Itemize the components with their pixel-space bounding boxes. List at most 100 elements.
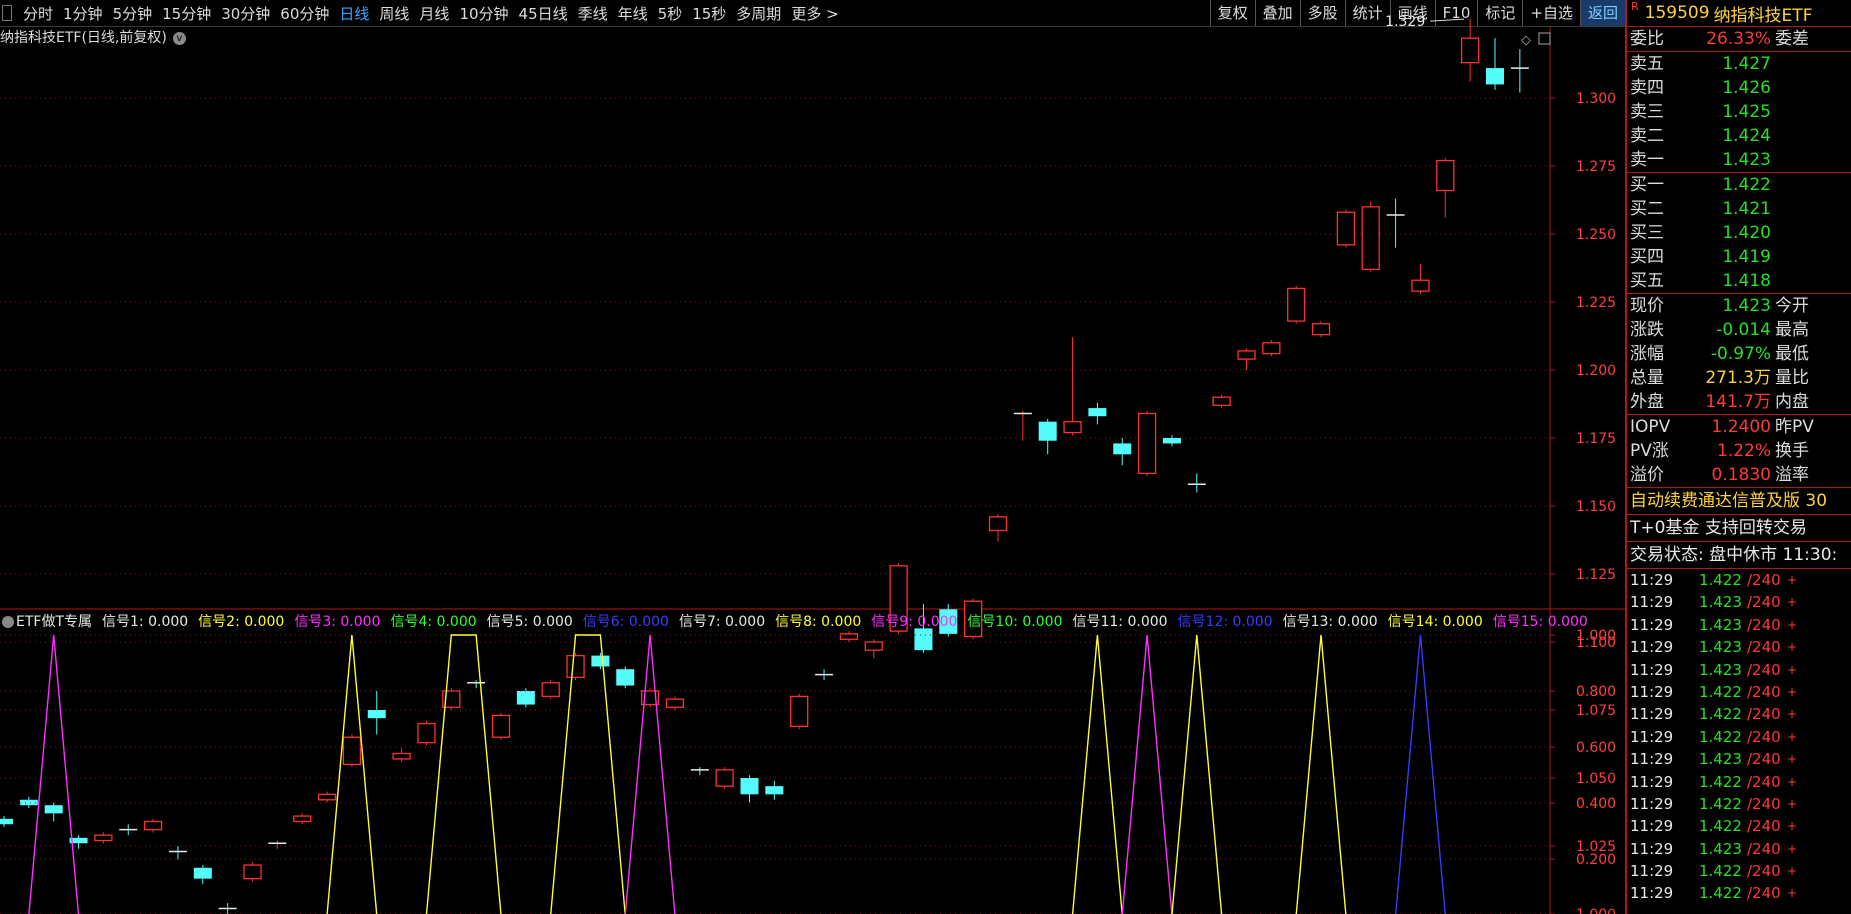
tick-row: 11:29 1.422/240 +	[1627, 860, 1851, 882]
bid-level-value: 1.418	[1722, 271, 1771, 291]
diamond-icon[interactable]: ◇	[1521, 33, 1531, 48]
candle	[119, 824, 138, 836]
high-annotation: 1.329	[1385, 14, 1425, 30]
candle-body	[790, 695, 809, 727]
ask-level-label: 卖二	[1630, 126, 1664, 146]
candle-body	[317, 793, 337, 801]
tick-price: 1.422	[1699, 884, 1742, 903]
etf-row-label2: 换手	[1775, 441, 1809, 461]
tick-time: 11:29	[1630, 794, 1674, 813]
candle-body	[740, 778, 759, 795]
tick-list[interactable]: 11:29 1.422/240 +11:29 1.423/240 +11:29 1.423…	[1627, 569, 1851, 905]
tick-row: 11:29 1.423/240 +	[1627, 614, 1851, 636]
signal-pulse	[1295, 634, 1347, 914]
signal-label: 信号11: 0.000	[1072, 614, 1168, 630]
signal-label: 信号6: 0.000	[582, 614, 669, 630]
window-icon[interactable]	[1538, 32, 1551, 45]
price-tick-label: 1.250	[1576, 227, 1616, 243]
signal-label: 信号15: 0.000	[1492, 614, 1588, 630]
signal-pulse	[1071, 634, 1123, 914]
candle	[1113, 438, 1132, 466]
signal-label: 信号9: 0.000	[871, 614, 958, 630]
weicha-label: 委差	[1775, 29, 1809, 49]
tick-row: 11:29 1.422/240 +	[1627, 815, 1851, 837]
candle	[616, 666, 635, 689]
candle	[665, 696, 685, 710]
tick-row: 11:29 1.422/240 +	[1627, 771, 1851, 793]
candle-body	[0, 818, 13, 825]
candle-body	[1486, 68, 1504, 85]
bid-level-label: 买四	[1630, 247, 1664, 267]
signal-pulse	[1394, 634, 1446, 914]
tick-direction-icon: +	[1787, 684, 1798, 699]
candle	[367, 690, 386, 735]
candle-body	[44, 805, 63, 814]
candle	[1187, 473, 1206, 493]
signal-pulse	[1121, 634, 1173, 914]
tick-time: 11:29	[1630, 660, 1674, 679]
tick-volume: /240	[1747, 817, 1781, 836]
etf-row-value: 1.2400	[1711, 417, 1771, 437]
signal-pulse	[326, 634, 378, 914]
etf-row-label: PV涨	[1630, 441, 1669, 461]
bid-level-label: 买五	[1630, 271, 1664, 291]
candle-body	[516, 690, 535, 705]
ask-level: 卖四 1.426	[1627, 76, 1851, 100]
candle-body	[665, 698, 685, 708]
candle	[1411, 263, 1430, 294]
candle	[218, 903, 237, 914]
tick-time: 11:29	[1630, 615, 1674, 634]
signal-label: 信号4: 0.000	[390, 614, 477, 630]
candle	[541, 680, 560, 700]
candle-body	[566, 654, 585, 679]
stat-row: 涨幅 -0.97% 最低	[1627, 342, 1851, 366]
quote-panel: R 159509 纳指科技ETF 委比 26.33% 委差 卖五 1.427 卖四 1…	[1625, 0, 1851, 914]
stat-row-value: 1.423	[1722, 296, 1771, 316]
candle	[168, 846, 187, 860]
etf-row-label: 溢价	[1630, 465, 1664, 485]
candle	[317, 791, 337, 803]
price-tick-label: 1.175	[1576, 431, 1616, 447]
bid-level-value: 1.422	[1722, 175, 1771, 195]
price-tick-label: 1.225	[1576, 295, 1616, 311]
tick-price: 1.423	[1699, 593, 1742, 612]
etf-row: 溢价 0.1830 溢率	[1627, 463, 1851, 487]
bid-level-value: 1.419	[1722, 247, 1771, 267]
tick-row: 11:29 1.422/240 +	[1627, 726, 1851, 748]
price-tick-label: 1.200	[1576, 363, 1616, 379]
tick-volume: /240	[1747, 794, 1781, 813]
tick-time: 11:29	[1630, 772, 1674, 791]
ask-level: 卖三 1.425	[1627, 100, 1851, 124]
etf-row-label: IOPV	[1630, 417, 1671, 437]
candle	[690, 767, 709, 776]
candle-body	[19, 799, 38, 806]
kline-chart[interactable]: 1.300 1.275 1.250 1.225 1.200 1.175 1.150 1.125…	[0, 0, 1625, 914]
indicator-tick-label: 0.200	[1576, 852, 1616, 868]
ask-level-label: 卖四	[1630, 78, 1664, 98]
candle-body	[1461, 37, 1480, 64]
price-tick-label: 1.050	[1576, 771, 1616, 787]
tick-direction-icon: +	[1787, 707, 1798, 722]
promo-banner[interactable]: 自动续费通达信普及版 30	[1627, 488, 1851, 515]
tick-direction-icon: +	[1787, 796, 1798, 811]
candle	[1361, 201, 1380, 273]
quote-header: R 159509 纳指科技ETF	[1627, 0, 1851, 27]
indicator-menu-icon[interactable]	[2, 616, 14, 628]
candle-body	[715, 769, 734, 787]
candle-body	[293, 815, 312, 823]
tick-volume: /240	[1747, 750, 1781, 769]
bid-level-value: 1.421	[1722, 199, 1771, 219]
tick-time: 11:29	[1630, 593, 1674, 612]
ask-level-value: 1.425	[1722, 102, 1771, 122]
tick-direction-icon: +	[1787, 774, 1798, 789]
stat-row-value: -0.014	[1716, 320, 1771, 340]
signal-label: 信号7: 0.000	[678, 614, 766, 630]
candle	[1038, 418, 1057, 455]
candle	[1137, 410, 1157, 477]
tick-volume: /240	[1747, 615, 1781, 634]
candle	[342, 734, 362, 768]
tick-time: 11:29	[1630, 727, 1674, 746]
candle	[1510, 49, 1529, 93]
candle-body	[243, 864, 262, 880]
tick-volume: /240	[1747, 705, 1781, 724]
